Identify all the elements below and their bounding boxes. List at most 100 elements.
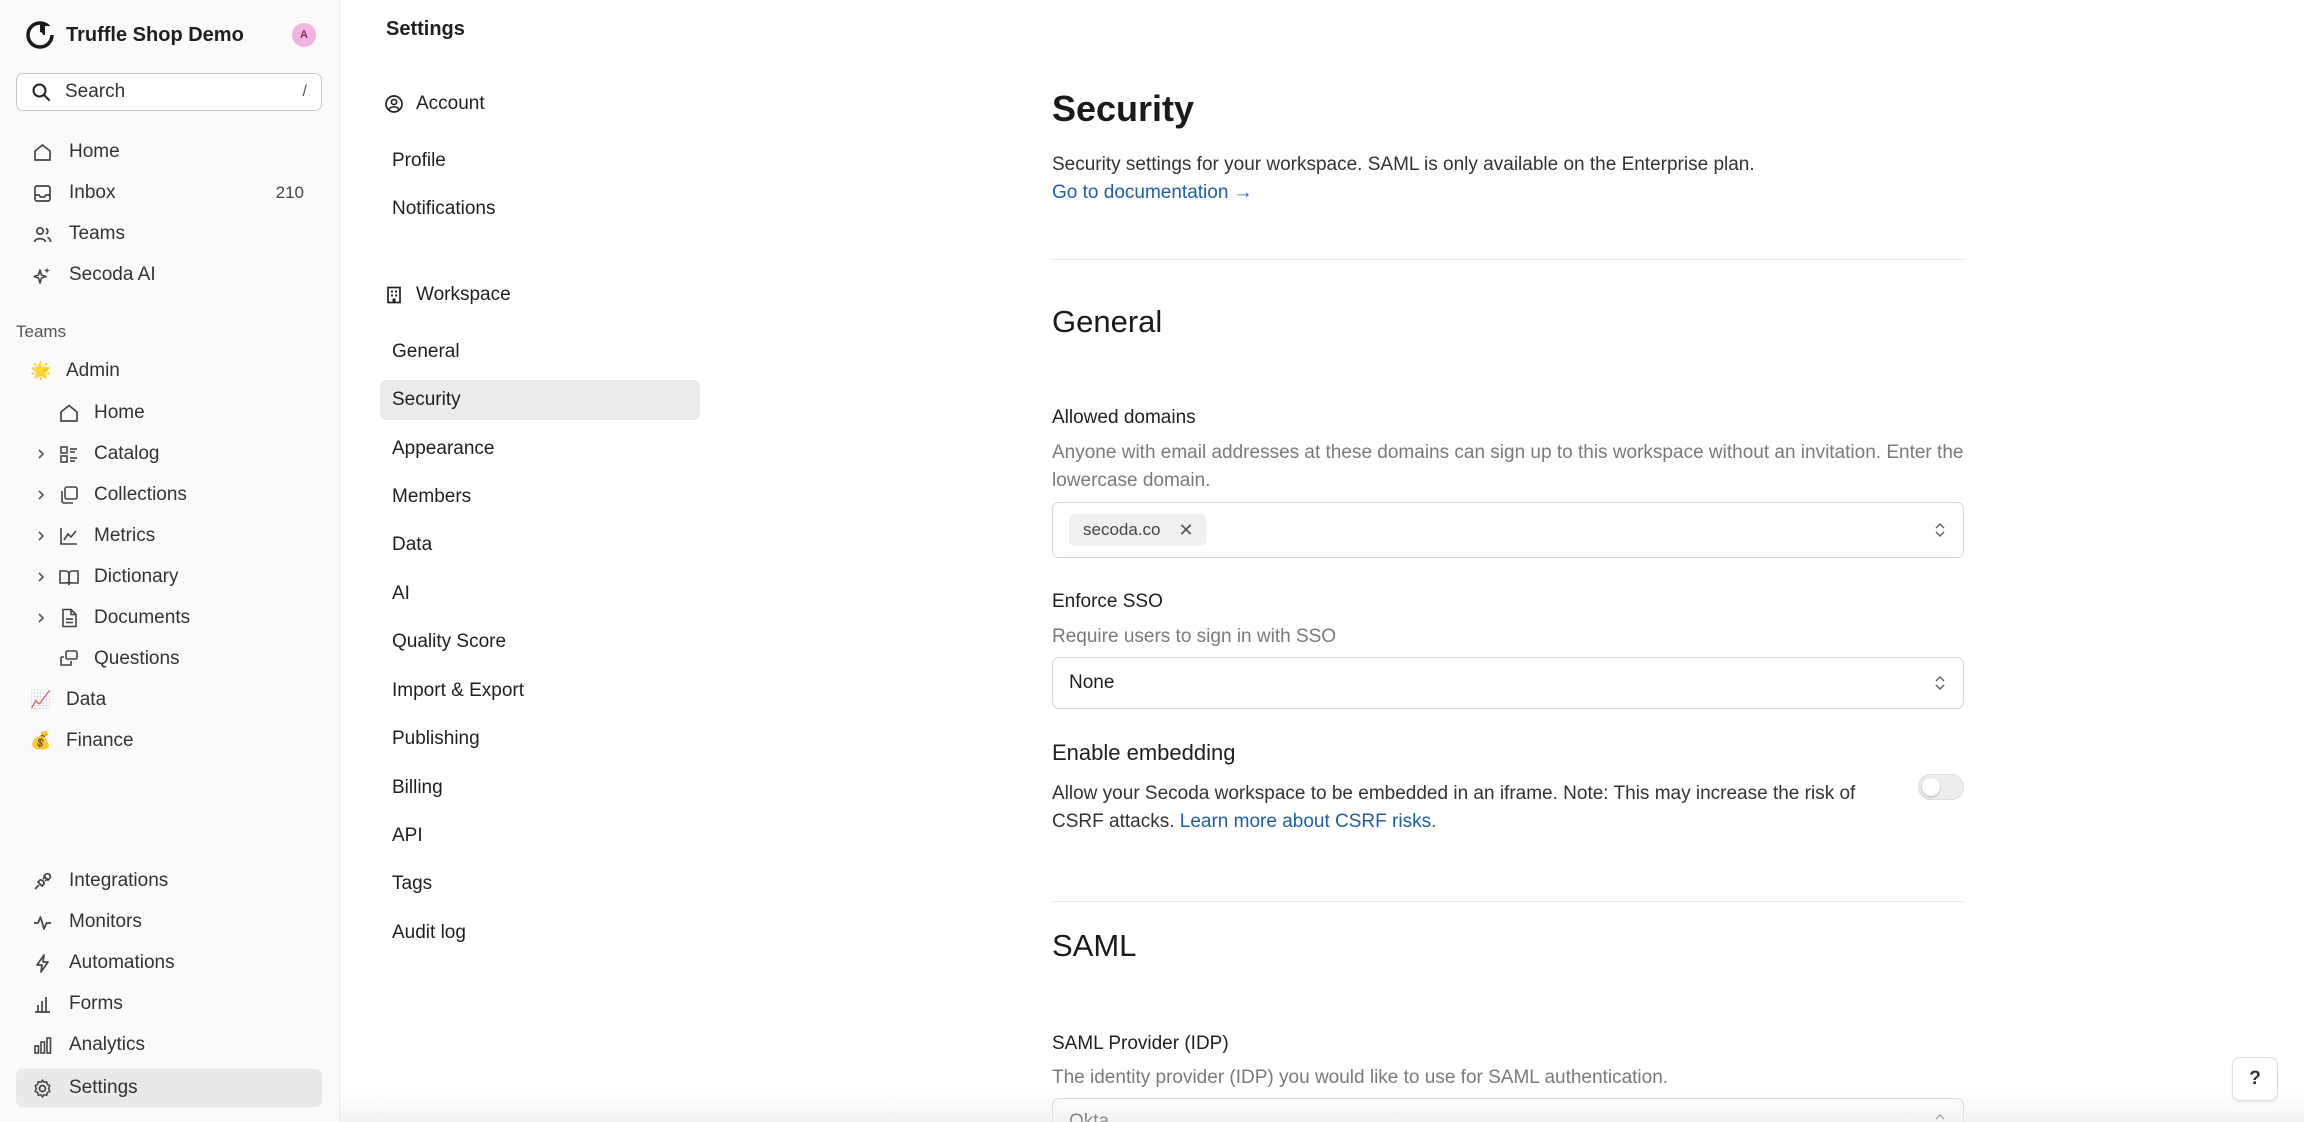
- settings-item-import-export[interactable]: Import & Export: [380, 671, 700, 711]
- enable-embedding-toggle[interactable]: [1918, 774, 1964, 800]
- inbox-count: 210: [275, 183, 304, 202]
- sidebar-item-secoda-ai[interactable]: Secoda AI: [16, 256, 322, 294]
- book-icon: [59, 570, 79, 586]
- sidebar-item-label: Monitors: [69, 911, 142, 932]
- admin-item-metrics[interactable]: Metrics: [30, 518, 155, 554]
- sidebar-item-teams[interactable]: Teams: [16, 215, 322, 253]
- settings-item-api[interactable]: API: [380, 816, 700, 856]
- settings-item-billing[interactable]: Billing: [380, 768, 700, 808]
- chevron-up-down-icon: [1935, 522, 1945, 538]
- settings-item-publishing[interactable]: Publishing: [380, 719, 700, 759]
- settings-item-tags[interactable]: Tags: [380, 864, 700, 904]
- chart-icon: [60, 528, 77, 545]
- settings-item-audit-log[interactable]: Audit log: [380, 913, 700, 953]
- saml-provider-label: SAML Provider (IDP): [1052, 1033, 1229, 1054]
- divider: [1052, 901, 1964, 902]
- settings-item-appearance[interactable]: Appearance: [380, 429, 700, 469]
- sidebar-item-label: Secoda AI: [69, 264, 156, 285]
- team-finance[interactable]: 💰 Finance: [30, 723, 134, 759]
- questions-icon: [60, 650, 78, 666]
- teams-section-label: Teams: [16, 322, 67, 341]
- settings-item-members[interactable]: Members: [380, 477, 700, 517]
- allowed-domains-input[interactable]: secoda.co ✕: [1052, 502, 1964, 558]
- enforce-sso-value: None: [1069, 672, 1115, 693]
- document-icon: [62, 608, 77, 628]
- sidebar-item-label: Automations: [69, 952, 175, 973]
- avatar[interactable]: A: [292, 23, 316, 47]
- team-admin[interactable]: 🌟 Admin: [30, 353, 120, 389]
- sidebar-item-integrations[interactable]: Integrations: [16, 862, 322, 900]
- documentation-link[interactable]: Go to documentation →: [1052, 179, 1253, 207]
- sidebar-item-analytics[interactable]: Analytics: [16, 1026, 322, 1064]
- settings-item-general[interactable]: General: [380, 332, 700, 372]
- workspace-group-heading: Workspace: [384, 280, 511, 310]
- enforce-sso-select[interactable]: None: [1052, 657, 1964, 709]
- embedding-help-text: Allow your Secoda workspace to be embedd…: [1052, 783, 1856, 832]
- saml-provider-select[interactable]: Okta: [1052, 1098, 1964, 1122]
- chevron-right-icon[interactable]: [30, 607, 52, 629]
- sidebar-item-home[interactable]: Home: [16, 133, 322, 171]
- settings-item-quality-score[interactable]: Quality Score: [380, 622, 700, 662]
- settings-item-notifications[interactable]: Notifications: [380, 189, 700, 229]
- saml-heading: SAML: [1052, 928, 1137, 963]
- divider: [1052, 259, 1964, 260]
- chevron-right-icon[interactable]: [30, 566, 52, 588]
- team-data[interactable]: 📈 Data: [30, 682, 106, 718]
- admin-item-dictionary[interactable]: Dictionary: [30, 559, 178, 595]
- help-button[interactable]: ?: [2232, 1057, 2278, 1101]
- user-circle-icon: [385, 95, 403, 113]
- sidebar-item-forms[interactable]: Forms: [16, 985, 322, 1023]
- chevron-up-down-icon: [1935, 675, 1945, 691]
- admin-item-documents[interactable]: Documents: [30, 600, 190, 636]
- admin-item-label: Home: [94, 402, 145, 423]
- close-icon[interactable]: ✕: [1179, 520, 1194, 541]
- sidebar-item-monitors[interactable]: Monitors: [16, 903, 322, 941]
- toggle-knob: [1922, 778, 1940, 796]
- chevron-right-icon[interactable]: [30, 484, 52, 506]
- admin-item-label: Dictionary: [94, 566, 179, 587]
- page-title: Settings: [386, 18, 465, 40]
- sparkles-icon: [33, 267, 50, 284]
- settings-item-security[interactable]: Security: [380, 380, 700, 420]
- pulse-icon: [34, 915, 51, 930]
- sidebar-item-label: Forms: [69, 993, 123, 1014]
- csrf-risk-link[interactable]: Learn more about CSRF risks.: [1180, 811, 1437, 832]
- enforce-sso-label: Enforce SSO: [1052, 591, 1163, 612]
- team-label: Admin: [66, 360, 120, 381]
- admin-item-label: Questions: [94, 648, 180, 669]
- admin-item-label: Catalog: [94, 443, 160, 464]
- admin-item-home[interactable]: Home: [30, 395, 145, 431]
- admin-item-collections[interactable]: Collections: [30, 477, 187, 513]
- chevron-right-icon[interactable]: [30, 525, 52, 547]
- sidebar-item-automations[interactable]: Automations: [16, 944, 322, 982]
- enable-embedding-label: Enable embedding: [1052, 740, 1236, 765]
- workspace-switcher[interactable]: Truffle Shop Demo A: [26, 18, 316, 52]
- catalog-icon: [60, 446, 77, 463]
- sidebar-item-label: Analytics: [69, 1034, 146, 1055]
- admin-item-catalog[interactable]: Catalog: [30, 436, 160, 472]
- settings-item-ai[interactable]: AI: [380, 574, 700, 614]
- admin-item-label: Metrics: [94, 525, 156, 546]
- settings-item-data[interactable]: Data: [380, 525, 700, 565]
- sidebar-item-label: Integrations: [69, 870, 169, 891]
- admin-item-label: Documents: [94, 607, 191, 628]
- inbox-icon: [34, 184, 51, 202]
- chevron-right-icon[interactable]: [30, 443, 52, 465]
- sidebar-item-label: Teams: [69, 223, 125, 244]
- team-label: Finance: [66, 730, 134, 751]
- sidebar-item-label: Settings: [69, 1077, 138, 1098]
- allowed-domains-help: Anyone with email addresses at these dom…: [1052, 442, 1964, 491]
- sidebar: Truffle Shop Demo A Search / Home Inbox …: [0, 0, 340, 1122]
- search-input[interactable]: Search /: [16, 73, 322, 111]
- saml-provider-value: Okta: [1069, 1111, 1110, 1122]
- settings-item-profile[interactable]: Profile: [380, 141, 700, 181]
- admin-item-questions[interactable]: Questions: [30, 641, 180, 677]
- sidebar-item-inbox[interactable]: Inbox 210: [16, 174, 322, 212]
- chevron-up-down-icon: [1935, 1113, 1945, 1120]
- bar-chart-icon: [34, 1036, 52, 1054]
- sidebar-item-settings[interactable]: Settings: [16, 1069, 322, 1107]
- search-shortcut: /: [302, 83, 307, 100]
- users-icon: [33, 226, 52, 242]
- search-icon: [32, 83, 50, 101]
- bolt-icon: [36, 953, 49, 973]
